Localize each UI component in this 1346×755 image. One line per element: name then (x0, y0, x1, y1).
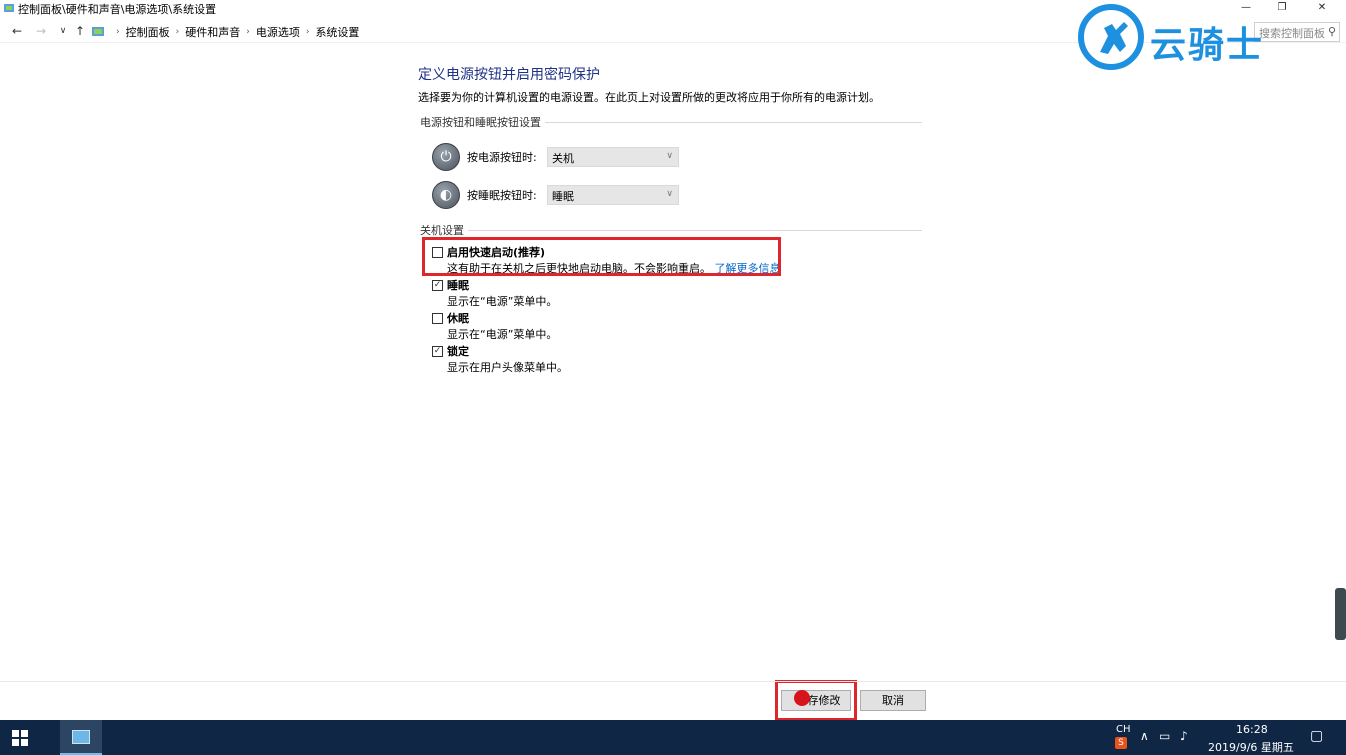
sleep-button-select[interactable]: 睡眠 ∨ (547, 185, 679, 205)
network-icon[interactable]: ▭ (1159, 729, 1170, 743)
power-button-select[interactable]: 关机 ∨ (547, 147, 679, 167)
sleep-checkbox[interactable]: ✓ (432, 279, 443, 291)
sleep-description: 显示在“电源”菜单中。 (447, 295, 558, 308)
fast-startup-highlight (422, 237, 781, 276)
divider (545, 121, 922, 123)
cursor-marker (794, 690, 810, 706)
shutdown-group-title: 关机设置 (420, 222, 922, 238)
sleep-button-value: 睡眠 (552, 190, 574, 203)
lock-option: ✓ 锁定 显示在用户头像菜单中。 (432, 344, 568, 375)
save-button-label: 存修改 (807, 694, 841, 707)
cancel-button[interactable]: 取消 (860, 690, 926, 711)
control-panel-icon (92, 27, 104, 36)
recent-chevron-down-icon[interactable]: ∨ (55, 23, 71, 39)
breadcrumb: › 控制面板 › 硬件和声音 › 电源选项 › 系统设置 (110, 24, 359, 40)
taskbar: CH S ∧ ▭ ♪ 16:28 2019/9/6 星期五 ▢ (0, 720, 1346, 755)
knight-icon (1100, 22, 1128, 54)
watermark-text: 云骑士 (1150, 25, 1265, 66)
page-title: 定义电源按钮并启用密码保护 (418, 67, 600, 83)
window-title: 控制面板\硬件和声音\电源选项\系统设置 (18, 3, 217, 16)
hibernate-label[interactable]: 休眠 (447, 310, 469, 326)
chevron-right-icon[interactable]: › (246, 27, 250, 37)
chevron-down-icon: ∨ (666, 189, 673, 199)
power-button-group-title: 电源按钮和睡眠按钮设置 (420, 114, 922, 130)
group-title-text: 电源按钮和睡眠按钮设置 (420, 116, 541, 129)
breadcrumb-power-options[interactable]: 电源选项 (256, 24, 300, 40)
control-panel-icon (72, 730, 90, 744)
sleep-option: ✓ 睡眠 显示在“电源”菜单中。 (432, 278, 557, 309)
back-arrow-icon[interactable]: ← (9, 23, 25, 39)
power-button-value: 关机 (552, 152, 574, 165)
breadcrumb-system-settings[interactable]: 系统设置 (315, 24, 359, 40)
clock-time[interactable]: 16:28 (1236, 723, 1268, 736)
hibernate-option: 休眠 显示在“电源”菜单中。 (432, 311, 557, 342)
notification-icon[interactable]: ▢ (1310, 728, 1323, 744)
hibernate-checkbox[interactable] (432, 312, 443, 324)
lock-checkbox[interactable]: ✓ (432, 345, 443, 357)
sleep-icon: ◐ (432, 181, 460, 209)
chevron-right-icon[interactable]: › (306, 27, 310, 37)
breadcrumb-control-panel[interactable]: 控制面板 (126, 24, 170, 40)
chevron-right-icon[interactable]: › (176, 27, 180, 37)
ime-indicator[interactable]: CH (1116, 724, 1131, 735)
chevron-right-icon: › (116, 27, 120, 37)
sogou-ime-icon[interactable]: S (1115, 737, 1127, 749)
lock-description: 显示在用户头像菜单中。 (447, 361, 568, 374)
page-description: 选择要为你的计算机设置的电源设置。在此页上对设置所做的更改将应用于你所有的电源计… (418, 91, 880, 104)
control-panel-window: 控制面板\硬件和声音\电源选项\系统设置 — ❐ ✕ ← → ∨ ↑ › 控制面… (0, 0, 1346, 721)
save-changes-button[interactable]: 存修改 (781, 690, 851, 711)
forward-arrow-icon[interactable]: → (33, 23, 49, 39)
clock-date[interactable]: 2019/9/6 星期五 (1208, 739, 1294, 755)
yunqishi-watermark: 云骑士 (1076, 2, 1336, 78)
power-icon: ⏻ (432, 143, 460, 171)
group-title-text: 关机设置 (420, 224, 464, 237)
sleep-button-label: 按睡眠按钮时: (467, 189, 537, 202)
side-handle[interactable] (1335, 588, 1346, 640)
volume-icon[interactable]: ♪ (1180, 729, 1188, 743)
power-button-label: 按电源按钮时: (467, 151, 537, 164)
lock-label[interactable]: 锁定 (447, 343, 469, 359)
chevron-up-icon[interactable]: ∧ (1140, 729, 1149, 743)
breadcrumb-hardware-sound[interactable]: 硬件和声音 (185, 24, 240, 40)
up-arrow-icon[interactable]: ↑ (72, 23, 88, 39)
power-button-setting: ⏻ 按电源按钮时: 关机 ∨ (432, 142, 679, 172)
divider (468, 229, 922, 231)
chevron-down-icon: ∨ (666, 151, 673, 161)
control-panel-icon (4, 4, 14, 12)
divider (0, 681, 1346, 682)
sleep-button-setting: ◐ 按睡眠按钮时: 睡眠 ∨ (432, 180, 679, 210)
sleep-label[interactable]: 睡眠 (447, 277, 469, 293)
taskbar-control-panel-app[interactable] (60, 720, 102, 755)
windows-start-icon[interactable] (12, 730, 28, 746)
hibernate-description: 显示在“电源”菜单中。 (447, 328, 558, 341)
